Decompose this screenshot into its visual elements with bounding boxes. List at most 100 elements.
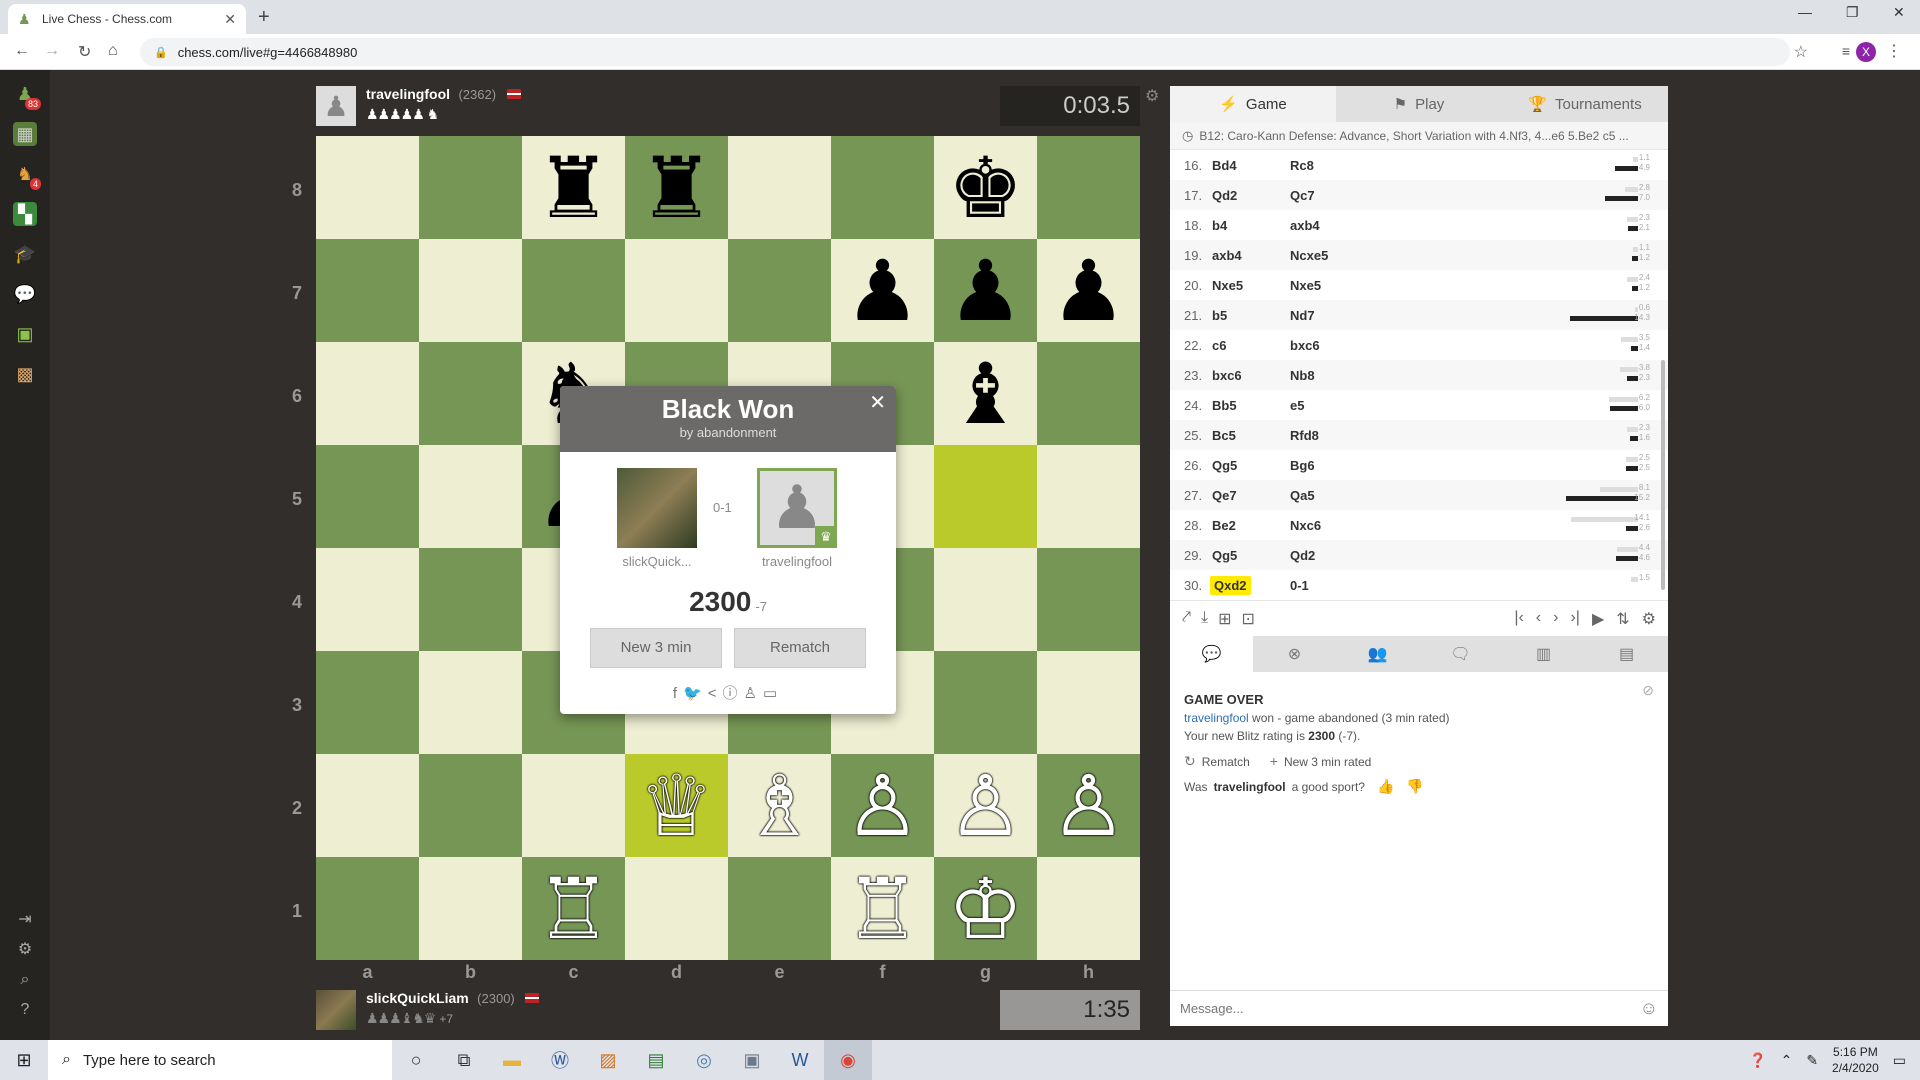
square-b2[interactable]: [419, 754, 522, 857]
black-move[interactable]: Bg6: [1290, 458, 1370, 473]
white-move[interactable]: Nxe5: [1210, 278, 1243, 293]
white-move[interactable]: Qd2: [1210, 188, 1237, 203]
black-move[interactable]: bxc6: [1290, 338, 1370, 353]
square-b8[interactable]: [419, 136, 522, 239]
black-move[interactable]: Qa5: [1290, 488, 1370, 503]
piece-g2[interactable]: ♙: [948, 764, 1023, 848]
square-b6[interactable]: [419, 342, 522, 445]
square-d2[interactable]: ♕: [625, 754, 728, 857]
download-icon[interactable]: ▭: [763, 685, 783, 702]
chevron-up-icon[interactable]: ⌃: [1781, 1052, 1793, 1069]
cortana-icon[interactable]: ○: [392, 1040, 440, 1080]
black-move[interactable]: e5: [1290, 398, 1370, 413]
black-move[interactable]: Rc8: [1290, 158, 1370, 173]
square-g1[interactable]: ♔: [934, 857, 1037, 960]
square-a5[interactable]: [316, 445, 419, 548]
square-d1[interactable]: [625, 857, 728, 960]
white-move[interactable]: Bd4: [1210, 158, 1237, 173]
chat-new-game-button[interactable]: + New 3 min rated: [1270, 753, 1372, 770]
square-d8[interactable]: ♜: [625, 136, 728, 239]
square-f7[interactable]: ♟: [831, 239, 934, 342]
tab-archive[interactable]: ▤: [1585, 636, 1668, 672]
square-a7[interactable]: [316, 239, 419, 342]
address-bar[interactable]: 🔒 chess.com/live#g=4466848980: [140, 38, 1790, 66]
hide-chat-icon[interactable]: ⊘: [1642, 682, 1654, 699]
square-a2[interactable]: [316, 754, 419, 857]
square-c7[interactable]: [522, 239, 625, 342]
tab-friends[interactable]: 👥: [1336, 636, 1419, 672]
square-b7[interactable]: [419, 239, 522, 342]
winner-link[interactable]: travelingfool: [1184, 711, 1249, 725]
lessons-icon[interactable]: ♞ 4: [13, 162, 41, 190]
board-settings-icon[interactable]: ⚙: [1145, 86, 1159, 106]
bottom-player-name[interactable]: slickQuickLiam: [366, 990, 469, 1006]
taskbar-search[interactable]: ⌕ Type here to search: [48, 1040, 392, 1080]
settings-icon[interactable]: ⚙: [13, 938, 37, 962]
media-control-icon[interactable]: ≡: [1842, 43, 1850, 59]
square-h7[interactable]: ♟: [1037, 239, 1140, 342]
piece-c8[interactable]: ♜: [536, 146, 611, 230]
tv-icon[interactable]: ▣: [13, 322, 37, 346]
square-h8[interactable]: [1037, 136, 1140, 239]
white-move[interactable]: bxc6: [1210, 368, 1242, 383]
settings-icon[interactable]: ⚙: [1642, 609, 1656, 629]
restore-icon[interactable]: ❐: [1846, 4, 1859, 21]
home-icon[interactable]: ⌂: [108, 42, 118, 60]
square-b1[interactable]: [419, 857, 522, 960]
info-icon[interactable]: ⓘ: [722, 685, 743, 702]
square-g8[interactable]: ♚: [934, 136, 1037, 239]
white-move[interactable]: Qe7: [1210, 488, 1237, 503]
piece-d8[interactable]: ♜: [639, 146, 714, 230]
notifications-icon[interactable]: ▭: [1893, 1052, 1906, 1069]
white-move[interactable]: axb4: [1210, 248, 1242, 263]
piece-e2[interactable]: ♗: [742, 764, 817, 848]
next-move-icon[interactable]: ›: [1553, 609, 1558, 629]
terminal-icon[interactable]: ▤: [632, 1040, 680, 1080]
square-e8[interactable]: [728, 136, 831, 239]
square-b5[interactable]: [419, 445, 522, 548]
square-a6[interactable]: [316, 342, 419, 445]
piece-g6[interactable]: ♝: [948, 352, 1023, 436]
square-g3[interactable]: [934, 651, 1037, 754]
black-move[interactable]: Qc7: [1290, 188, 1370, 203]
pawn-icon[interactable]: ♟ 83: [13, 82, 41, 110]
square-g6[interactable]: ♝: [934, 342, 1037, 445]
tab-tournaments[interactable]: 🏆 Tournaments: [1502, 86, 1668, 122]
minimize-icon[interactable]: —: [1798, 4, 1812, 20]
black-move[interactable]: Nb8: [1290, 368, 1370, 383]
piece-g8[interactable]: ♚: [948, 146, 1023, 230]
share-icon[interactable]: ⤤: [1182, 609, 1191, 629]
white-move[interactable]: b4: [1210, 218, 1227, 233]
new-game-button[interactable]: New 3 min: [590, 628, 722, 668]
square-h2[interactable]: ♙: [1037, 754, 1140, 857]
piece-h7[interactable]: ♟: [1051, 249, 1126, 333]
tab-chat[interactable]: 💬: [1170, 636, 1253, 672]
close-tab-icon[interactable]: ✕: [224, 11, 236, 28]
bottom-player-avatar[interactable]: [316, 990, 356, 1030]
chat-rematch-button[interactable]: ↻ Rematch: [1184, 753, 1250, 770]
square-e7[interactable]: [728, 239, 831, 342]
emoji-icon[interactable]: ☺: [1640, 998, 1658, 1019]
white-move[interactable]: Qxd2: [1210, 575, 1251, 595]
opening-name[interactable]: ◷ B12: Caro-Kann Defense: Advance, Short…: [1170, 122, 1668, 150]
black-move[interactable]: Nxe5: [1290, 278, 1370, 293]
square-c2[interactable]: [522, 754, 625, 857]
square-c8[interactable]: ♜: [522, 136, 625, 239]
chrome-icon[interactable]: ◉: [824, 1040, 872, 1080]
piece-d2[interactable]: ♕: [639, 764, 714, 848]
browser-tab[interactable]: ♟ Live Chess - Chess.com ✕: [8, 4, 246, 34]
square-a8[interactable]: [316, 136, 419, 239]
piece-h2[interactable]: ♙: [1051, 764, 1126, 848]
piece-f7[interactable]: ♟: [845, 249, 920, 333]
white-move[interactable]: c6: [1210, 338, 1226, 353]
analysis-icon[interactable]: ♙: [744, 685, 763, 702]
analyze-icon[interactable]: ⊞: [1218, 609, 1231, 629]
taskbar-clock[interactable]: 5:16 PM 2/4/2020: [1832, 1044, 1879, 1076]
profile-avatar[interactable]: X: [1856, 42, 1876, 62]
tab-game[interactable]: ⚡ Game: [1170, 86, 1336, 122]
black-move[interactable]: Rfd8: [1290, 428, 1370, 443]
forward-icon[interactable]: →: [44, 42, 60, 60]
help-icon[interactable]: ?: [13, 998, 37, 1022]
white-move[interactable]: Bc5: [1210, 428, 1236, 443]
black-move[interactable]: Nxc6: [1290, 518, 1370, 533]
